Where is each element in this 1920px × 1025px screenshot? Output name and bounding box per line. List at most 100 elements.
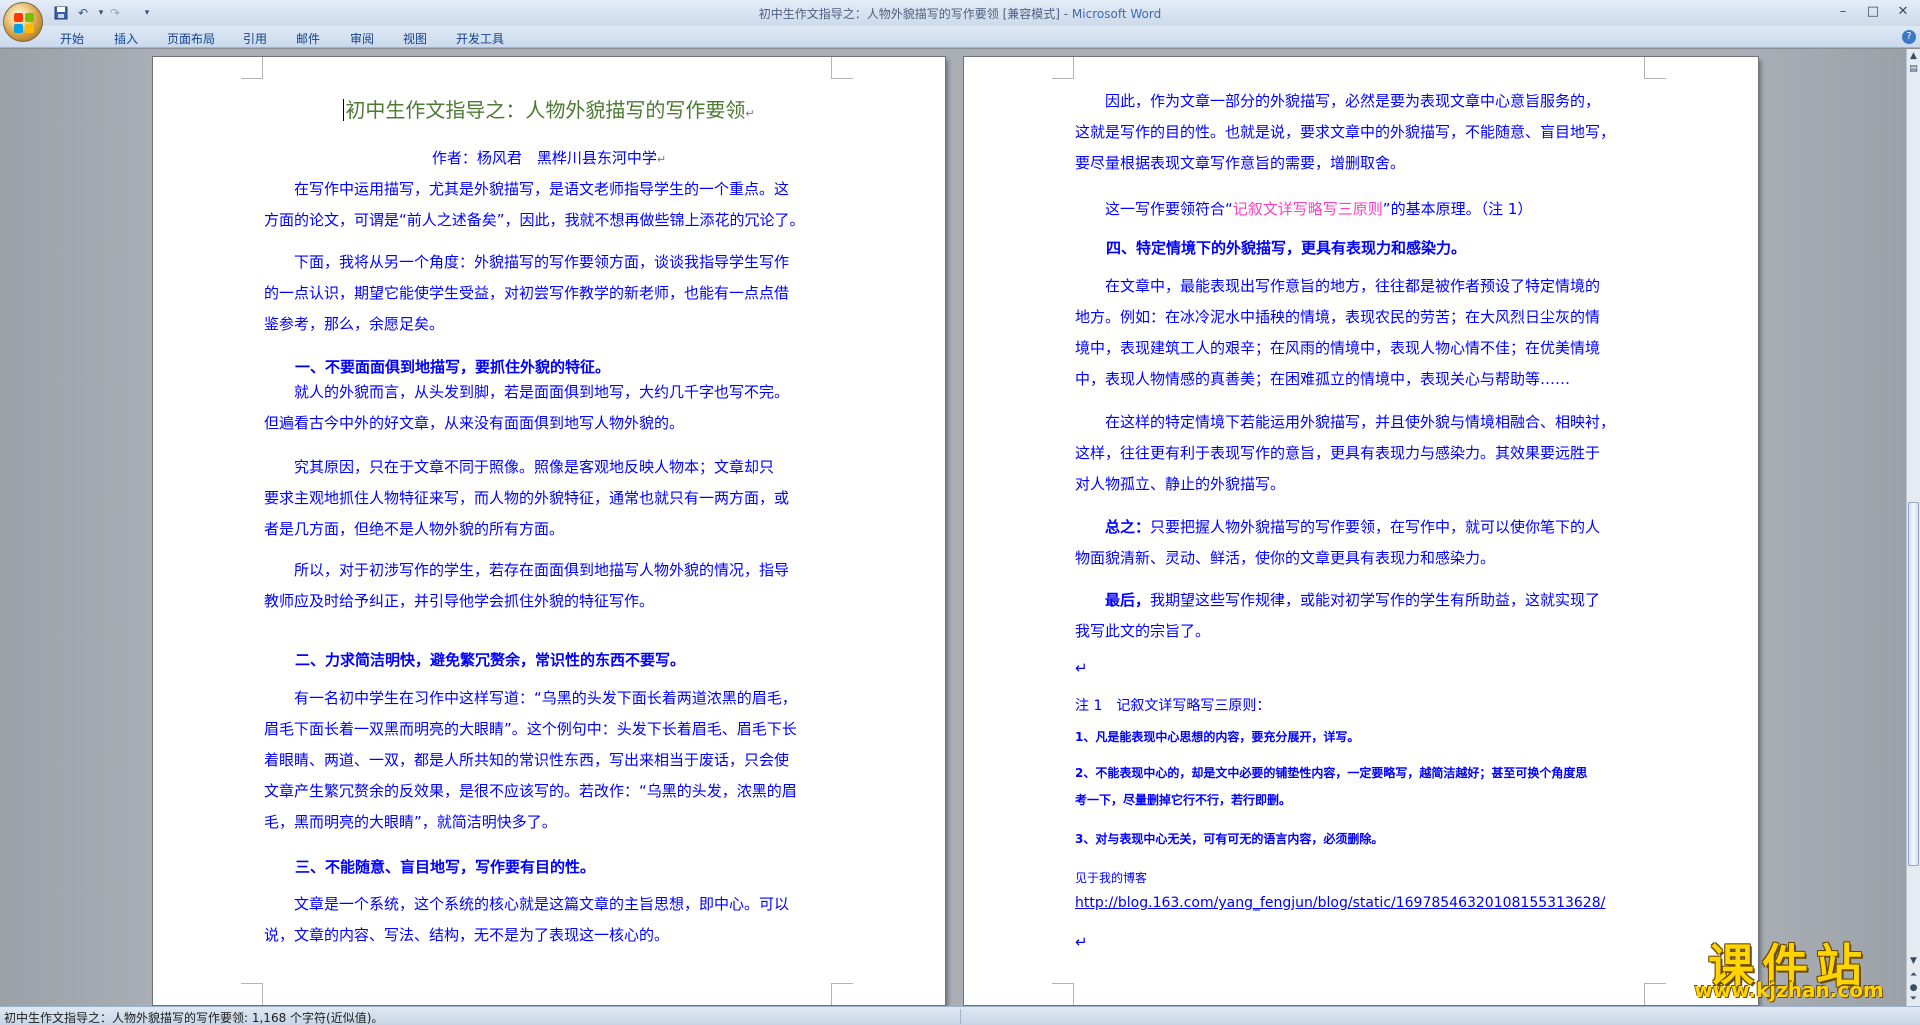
paragraph-mark: ↵	[656, 153, 667, 166]
text-line: 我期望这些写作规律，或能对初学写作的学生有所助益，这就实现了	[1150, 591, 1601, 609]
paragraph: 最后，我期望这些写作规律，或能对初学写作的学生有所助益，这就实现了 我写此文的宗…	[1075, 585, 1647, 647]
help-icon[interactable]: ?	[1902, 30, 1916, 44]
paragraph: 在写作中运用描写，尤其是外貌描写，是语文老师指导学生的一个重点。这 方面的论文，…	[264, 174, 834, 236]
blog-link[interactable]: http://blog.163.com/yang_fengjun/blog/st…	[1075, 895, 1605, 911]
text-line: 教师应及时给予纠正，并引导他学会抓住外貌的特征写作。	[264, 592, 655, 610]
text-line: 2、不能表现中心的，却是文中必要的铺垫性内容，一定要略写，越简洁越好；甚至可换个…	[1075, 766, 1588, 780]
text-line: 对人物孤立、静止的外貌描写。	[1075, 475, 1286, 493]
doc-title-text: 初中生作文指导之：人物外貌描写的写作要领 [兼容模式] -	[758, 7, 1072, 21]
paragraph: 就人的外貌而言，从头发到脚，若是面面俱到地写，大约几千字也写不完。 但遍看古今中…	[264, 377, 834, 439]
text-line: 在文章中，最能表现出写作意旨的地方，往往都是被作者预设了特定情境的	[1105, 277, 1601, 295]
text-line: 物面貌清新、灵动、鲜活，使你的文章更具有表现力和感染力。	[1075, 549, 1496, 567]
paragraph: 这一写作要领符合“记叙文详写略写三原则”的基本原理。（注 1）	[1105, 194, 1647, 225]
tab-insert[interactable]: 插入	[114, 30, 138, 47]
title-text: 初中生作文指导之：人物外貌描写的写作要领	[345, 98, 746, 122]
section-heading: 三、不能随意、盲目地写，写作要有目的性。	[295, 858, 596, 876]
title-bar: ↶ ▾ ↷ ▾ 初中生作文指导之：人物外貌描写的写作要领 [兼容模式] - Mi…	[0, 0, 1920, 26]
text-line: 这一写作要领符合“	[1105, 200, 1233, 218]
text-line: 我写此文的宗旨了。	[1075, 622, 1211, 640]
margin-corner	[1052, 57, 1074, 79]
tab-references[interactable]: 引用	[243, 30, 267, 47]
principle-link[interactable]: 记叙文详写略写三原则	[1233, 200, 1383, 218]
close-button[interactable]: ✕	[1892, 3, 1914, 21]
paragraph: 文章是一个系统，这个系统的核心就是这篇文章的主旨思想，即中心。可以 说，文章的内…	[264, 889, 834, 951]
margin-corner	[1052, 983, 1074, 1005]
text-line: 中，表现人物情感的真善美；在困难孤立的情境中，表现关心与帮助等……	[1075, 370, 1571, 388]
text-line: 着眼睛、两道、一双，都是人所共知的常识性东西，写出来相当于废话，只会使	[264, 751, 790, 769]
bold-lead: 最后，	[1105, 591, 1151, 609]
note-item: 2、不能表现中心的，却是文中必要的铺垫性内容，一定要略写，越简洁越好；甚至可换个…	[1075, 760, 1655, 814]
text-line: 眉毛下面长着一双黑而明亮的大眼睛”。这个例句中：头发下长着眉毛、眉毛下长	[264, 720, 797, 738]
text-line: 者是几方面，但绝不是人物外貌的所有方面。	[264, 520, 565, 538]
margin-corner	[1644, 57, 1666, 79]
note-item: 3、对与表现中心无关，可有可无的语言内容，必须删除。	[1075, 832, 1384, 846]
margin-corner	[831, 983, 853, 1005]
empty-paragraph-mark: ↵	[1075, 659, 1088, 677]
paragraph: 究其原因，只在于文章不同于照像。照像是客观地反映人物本；文章却只 要求主观地抓住…	[264, 452, 834, 545]
status-divider	[960, 1009, 961, 1024]
text-line: 有一名初中学生在习作中这样写道：“乌黑的头发下面长着两道浓黑的眉毛，	[294, 689, 797, 707]
text-line: 考一下，尽量删掉它行不行，若行即删。	[1075, 793, 1292, 807]
margin-corner	[241, 983, 263, 1005]
text-line: 所以，对于初涉写作的学生，若存在面面俱到地描写人物外貌的情况，指导	[294, 561, 790, 579]
text-line: 因此，作为文章一部分的外貌描写，必然是要为表现文章中心意旨服务的，	[1105, 92, 1601, 110]
blog-label: 见于我的博客	[1075, 871, 1148, 885]
paragraph: 在文章中，最能表现出写作意旨的地方，往往都是被作者预设了特定情境的 地方。例如：…	[1075, 271, 1647, 395]
paragraph: 因此，作为文章一部分的外貌描写，必然是要为表现文章中心意旨服务的， 这就是写作的…	[1075, 86, 1647, 179]
text-line: 的一点认识，期望它能使学生受益，对初尝写作教学的新老师，也能有一点点借	[264, 284, 790, 302]
text-line: 在写作中运用描写，尤其是外貌描写，是语文老师指导学生的一个重点。这	[294, 180, 790, 198]
author-line: 作者：杨风君 黑桦川县东河中学↵	[153, 147, 945, 168]
text-line: 但遍看古今中外的好文章，从来没有面面俱到地写人物外貌的。	[264, 414, 685, 432]
status-bar: 初中生作文指导之：人物外貌描写的写作要领: 1,168 个字符(近似值)。	[0, 1006, 1920, 1025]
paragraph: 所以，对于初涉写作的学生，若存在面面俱到地描写人物外貌的情况，指导 教师应及时给…	[264, 555, 834, 617]
margin-corner	[241, 57, 263, 79]
maximize-button[interactable]: □	[1862, 3, 1884, 21]
text-line: 鉴参考，那么，余愿足矣。	[264, 315, 445, 333]
text-line: 地方。例如：在冰冷泥水中插秧的情境，表现农民的劳苦；在大风烈日尘灰的情	[1075, 308, 1601, 326]
paragraph: 总之：只要把握人物外貌描写的写作要领，在写作中，就可以使你笔下的人 物面貌清新、…	[1075, 512, 1647, 574]
status-text: 初中生作文指导之：人物外貌描写的写作要领: 1,168 个字符(近似值)。	[4, 1011, 384, 1025]
minimize-button[interactable]: –	[1832, 3, 1854, 21]
site-watermark-logo: 课件站 www.kjzhan.com	[1668, 930, 1910, 1002]
text-line: 文章是一个系统，这个系统的核心就是这篇文章的主旨思想，即中心。可以	[294, 895, 790, 913]
paragraph-mark: ↵	[745, 107, 755, 120]
text-line: 毛，黑而明亮的大眼睛”，就简洁明快多了。	[264, 813, 557, 831]
text-line: 就人的外貌而言，从头发到脚，若是面面俱到地写，大约几千字也写不完。	[294, 383, 790, 401]
tab-mailings[interactable]: 邮件	[296, 30, 320, 47]
ruler-toggle-icon[interactable]: ▤	[1907, 63, 1920, 76]
ribbon-tabs: 开始 插入 页面布局 引用 邮件 审阅 视图 开发工具 ?	[0, 26, 1920, 48]
section-heading: 四、特定情境下的外貌描写，更具有表现力和感染力。	[1106, 239, 1467, 257]
office-button[interactable]	[3, 2, 43, 42]
text-line: ”的基本原理。（注 1）	[1382, 200, 1533, 218]
paragraph: 有一名初中学生在习作中这样写道：“乌黑的头发下面长着两道浓黑的眉毛， 眉毛下面长…	[264, 683, 834, 838]
scroll-up-icon[interactable]: ▲	[1907, 50, 1920, 63]
tab-developer[interactable]: 开发工具	[456, 30, 504, 47]
text-line: 说，文章的内容、写法、结构，无不是为了表现这一核心的。	[264, 926, 670, 944]
text-line: 这样，往往更有利于表现写作的意旨，更具有表现力与感染力。其效果要远胜于	[1075, 444, 1601, 462]
document-title: 初中生作文指导之：人物外貌描写的写作要领↵	[153, 94, 945, 123]
page-left[interactable]: 初中生作文指导之：人物外貌描写的写作要领↵ 作者：杨风君 黑桦川县东河中学↵ 在…	[153, 57, 945, 1005]
tab-page-layout[interactable]: 页面布局	[167, 30, 215, 47]
text-line: 在这样的特定情境下若能运用外貌描写，并且使外貌与情境相融合、相映衬，	[1105, 413, 1616, 431]
paragraph: 下面，我将从另一个角度：外貌描写的写作要领方面，谈谈我指导学生写作 的一点认识，…	[264, 247, 834, 340]
tab-review[interactable]: 审阅	[350, 30, 374, 47]
tab-view[interactable]: 视图	[403, 30, 427, 47]
tab-home[interactable]: 开始	[60, 30, 84, 47]
text-line: 下面，我将从另一个角度：外貌描写的写作要领方面，谈谈我指导学生写作	[294, 253, 790, 271]
section-heading: 一、不要面面俱到地描写，要抓住外貌的特征。	[295, 358, 611, 376]
note-item: 1、凡是能表现中心思想的内容，要充分展开，详写。	[1075, 730, 1360, 744]
text-line: 文章产生繁冗赘余的反效果，是很不应该写的。若改作：“乌黑的头发，浓黑的眉	[264, 782, 797, 800]
page-right[interactable]: 因此，作为文章一部分的外貌描写，必然是要为表现文章中心意旨服务的， 这就是写作的…	[964, 57, 1758, 1005]
text-line: 要求主观地抓住人物特征来写，而人物的外貌特征，通常也就只有一两方面，或	[264, 489, 790, 507]
note-title: 注 1 记叙文详写略写三原则：	[1075, 698, 1271, 714]
text-line: 方面的论文，可谓是“前人之述备矣”，因此，我就不想再做些锦上添花的冗论了。	[264, 211, 805, 229]
margin-corner	[831, 57, 853, 79]
text-line: 这就是写作的目的性。也就是说，要求文章中的外貌描写，不能随意、盲目地写，	[1075, 123, 1616, 141]
app-name: Microsoft Word	[1071, 7, 1162, 21]
bold-lead: 总之：	[1105, 518, 1151, 536]
empty-paragraph-mark: ↵	[1075, 933, 1088, 951]
scrollbar-thumb[interactable]	[1908, 502, 1919, 866]
text-line: 只要把握人物外貌描写的写作要领，在写作中，就可以使你笔下的人	[1150, 518, 1601, 536]
paragraph: 在这样的特定情境下若能运用外貌描写，并且使外貌与情境相融合、相映衬， 这样，往往…	[1075, 407, 1647, 500]
section-heading: 二、力求简洁明快，避免繁冗赘余，常识性的东西不要写。	[295, 651, 686, 669]
